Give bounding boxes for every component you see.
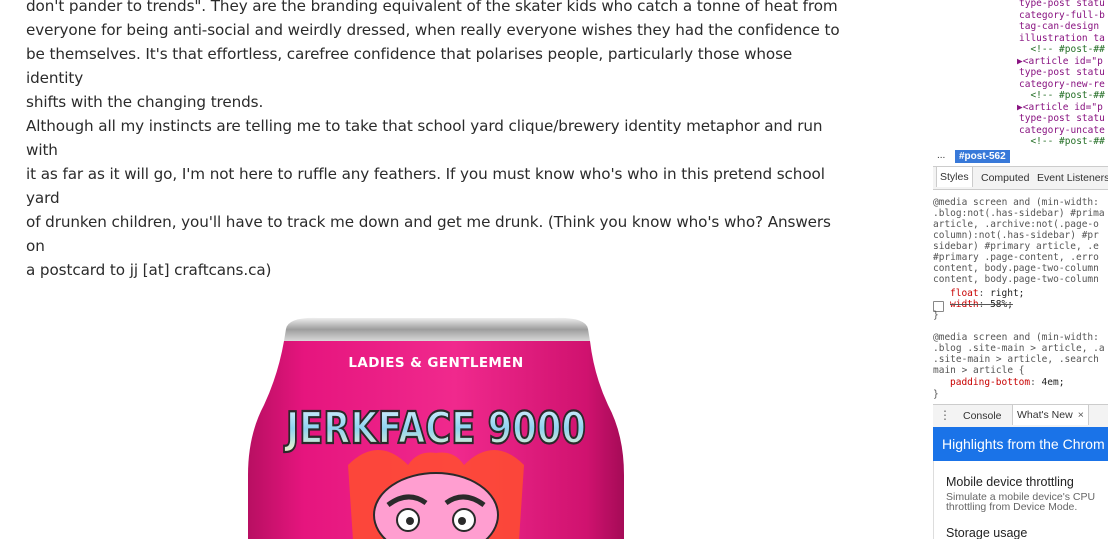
css-property[interactable]: padding-bottom [950, 377, 1030, 388]
dom-tree-line[interactable]: type-post statu [1019, 0, 1105, 9]
dom-tree-line[interactable]: category-full-b [1019, 10, 1105, 21]
drawer-tabbar: ⋮ Console What's New × [933, 404, 1108, 428]
selector-line: sidebar) #primary article, .e [933, 241, 1099, 252]
css-value[interactable]: 58%; [990, 299, 1013, 310]
article-paragraph-1: don't pander to trends". They are the br… [26, 0, 846, 114]
dom-tree-line[interactable]: <!-- #post-## [1019, 136, 1104, 147]
dom-tree-line[interactable]: illustration ta [1019, 33, 1105, 44]
media-query: @media screen and (min-width: [933, 197, 1099, 208]
can-top-text: LADIES & GENTLEMEN [348, 355, 523, 371]
css-declaration-float[interactable]: float: right; [950, 288, 1024, 299]
dom-tree-line[interactable]: ▶<article id="p [1017, 102, 1103, 113]
whats-new-body: Mobile device throttling Simulate a mobi… [933, 461, 1108, 539]
selector-line: content, body.page-two-column [933, 263, 1099, 274]
feature-description: Simulate a mobile device's CPU throttlin… [946, 491, 1096, 513]
css-value[interactable]: 4em; [1042, 377, 1065, 388]
more-vertical-icon[interactable]: ⋮ [939, 408, 951, 422]
paragraph-line: everyone for being anti-social and weird… [26, 21, 840, 39]
css-value[interactable]: right; [990, 288, 1024, 299]
can-rim [284, 317, 590, 341]
tab-console[interactable]: Console [963, 410, 1002, 422]
feature-title[interactable]: Mobile device throttling [946, 475, 1074, 489]
rule-close: } [933, 389, 939, 400]
css-declaration-padding[interactable]: padding-bottom: 4em; [950, 377, 1064, 388]
selector-line: content, body.page-two-column [933, 274, 1099, 285]
tab-whats-new[interactable]: What's New × [1012, 405, 1089, 425]
selector-line: .blog:not(.has-sidebar) #prima [933, 208, 1105, 219]
dom-tree-line[interactable]: <!-- #post-## [1019, 44, 1104, 55]
beer-can-image: LADIES & GENTLEMEN JERKFACE 9000 [248, 317, 624, 539]
close-icon[interactable]: × [1078, 409, 1084, 421]
selector-line: .blog .site-main > article, .a [933, 343, 1105, 354]
tab-computed[interactable]: Computed [981, 172, 1029, 184]
article-paragraph-2: Although all my instincts are telling me… [26, 114, 846, 282]
paragraph-line: a postcard to jj [at] craftcans.ca) [26, 261, 272, 279]
paragraph-line: it as far as it will go, I'm not here to… [26, 165, 825, 207]
paragraph-line: don't pander to trends". They are the br… [26, 0, 838, 15]
can-brand-text: JERKFACE 9000 [284, 403, 586, 454]
css-property[interactable]: width [950, 299, 979, 310]
media-query: @media screen and (min-width: [933, 332, 1099, 343]
dom-tree-line[interactable]: ▶<article id="p [1017, 56, 1103, 67]
tab-whats-new-label: What's New [1017, 409, 1073, 421]
devtools-panel: type-post statu category-full-b tag-can-de… [905, 0, 1108, 539]
breadcrumb-selected-node[interactable]: #post-562 [955, 150, 1010, 163]
feature-title[interactable]: Storage usage [946, 526, 1027, 539]
breadcrumb: ... #post-562 [933, 148, 1108, 165]
styles-subtabs: Styles Computed Event Listeners [933, 166, 1108, 190]
paragraph-line: Although all my instincts are telling me… [26, 117, 823, 159]
breadcrumb-overflow[interactable]: ... [937, 150, 945, 161]
selector-line: #primary .page-content, .erro [933, 252, 1099, 263]
paragraph-line: be themselves. It's that effortless, car… [26, 45, 793, 87]
dom-tree-line[interactable]: <!-- #post-## [1019, 90, 1104, 101]
dom-tree-line[interactable]: type-post statu [1019, 113, 1105, 124]
dom-tree-line[interactable]: category-uncate [1019, 125, 1105, 136]
dom-tree-line[interactable]: category-new-re [1019, 79, 1105, 90]
css-property[interactable]: float [950, 288, 979, 299]
paragraph-line: of drunken children, you'll have to trac… [26, 213, 831, 255]
whats-new-header: Highlights from the Chrom [933, 427, 1108, 461]
selector-line: .site-main > article, .search [933, 354, 1099, 365]
paragraph-line: shifts with the changing trends. [26, 93, 264, 111]
css-declaration-width[interactable]: width: 58%; [950, 299, 1013, 310]
tab-event-listeners[interactable]: Event Listeners [1037, 172, 1108, 184]
dom-tree-line[interactable]: type-post statu [1019, 67, 1105, 78]
selector-line: column):not(.has-sidebar) #pr [933, 230, 1099, 241]
selector-line: article, .archive:not(.page-o [933, 219, 1099, 230]
article-pane: don't pander to trends". They are the br… [0, 0, 905, 539]
elements-tree[interactable]: type-post statu category-full-b tag-can-de… [905, 0, 1108, 148]
selector-line: main > article { [933, 365, 1025, 376]
tab-styles[interactable]: Styles [936, 167, 973, 187]
dom-tree-line[interactable]: tag-can-design [1019, 21, 1099, 32]
styles-pane: @media screen and (min-width: .blog:not(… [933, 197, 1108, 403]
rule-close: } [933, 310, 939, 321]
